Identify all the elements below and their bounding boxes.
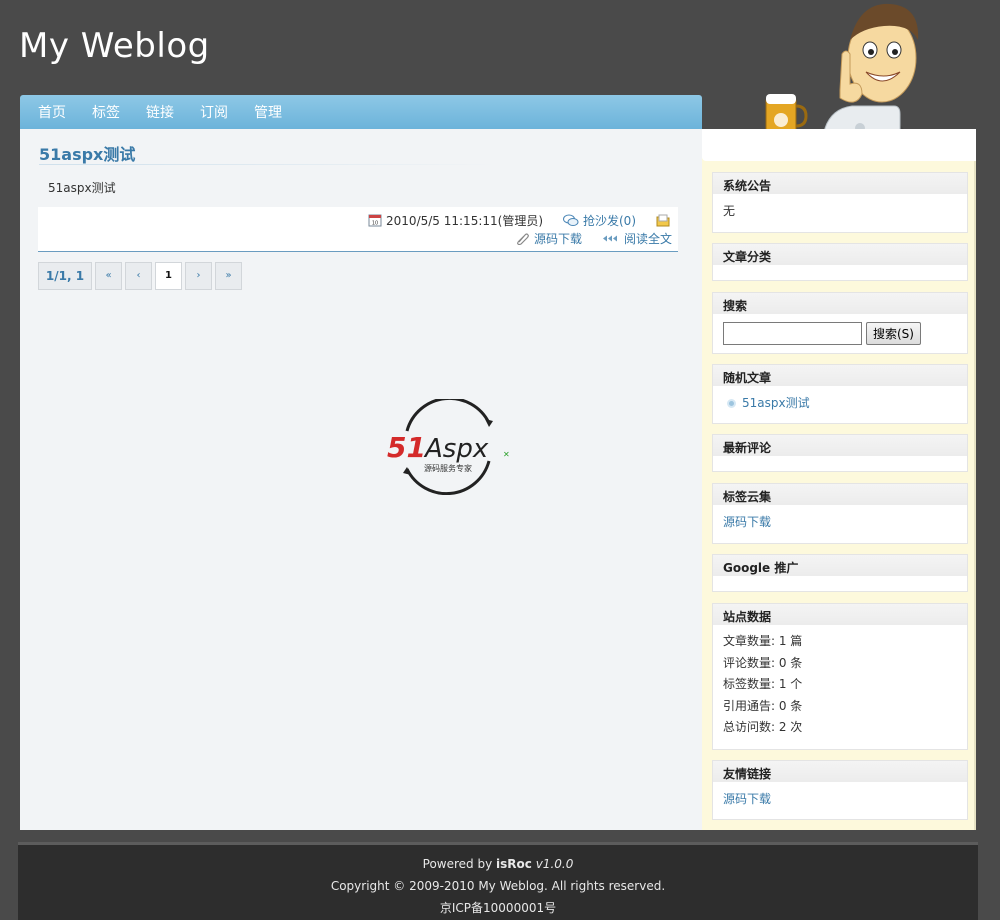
icp-number[interactable]: 京ICP备10000001号 bbox=[18, 897, 978, 919]
sidebar-header-strip bbox=[702, 129, 976, 161]
comment-icon bbox=[563, 214, 579, 226]
announcement-content: 无 bbox=[723, 204, 736, 218]
tag-link[interactable]: 源码下载 bbox=[723, 515, 771, 529]
widget-title: 搜索 bbox=[713, 293, 967, 314]
powered-by: Powered by isRoc v1.0.0 bbox=[18, 853, 978, 875]
powered-version: v1.0.0 bbox=[531, 857, 574, 871]
nav-item-home[interactable]: 首页 bbox=[38, 105, 66, 121]
nav-item-manage[interactable]: 管理 bbox=[254, 105, 282, 121]
footer-spacer bbox=[0, 830, 1000, 842]
widget-friend-links: 友情链接 源码下载 bbox=[712, 760, 968, 820]
stat-trackbacks: 引用通告: 0 条 bbox=[723, 698, 803, 713]
widget-title: 站点数据 bbox=[713, 604, 967, 625]
calendar-icon: 10 bbox=[368, 214, 382, 227]
nav-item-tags[interactable]: 标签 bbox=[92, 105, 120, 121]
pagination-prev[interactable]: ‹ bbox=[125, 262, 152, 290]
svg-text:Aspx: Aspx bbox=[423, 434, 489, 464]
svg-text:51: 51 bbox=[387, 431, 426, 464]
widget-tag-cloud: 标签云集 源码下载 bbox=[712, 483, 968, 544]
comment-link[interactable]: 抢沙发(0) bbox=[583, 212, 636, 229]
copyright: Copyright © 2009-2010 My Weblog. All rig… bbox=[330, 879, 666, 893]
widget-announcement: 系统公告 无 bbox=[712, 172, 968, 233]
svg-text:源码服务专家: 源码服务专家 bbox=[424, 463, 472, 473]
friend-link[interactable]: 源码下载 bbox=[723, 792, 771, 806]
post-date: 2010/5/5 11:15:11(管理员) bbox=[386, 214, 543, 228]
pagination-first[interactable]: « bbox=[95, 262, 122, 290]
post-meta-bar: 10 2010/5/5 11:15:11(管理员) 抢沙发(0) 源码下载 阅读… bbox=[38, 207, 678, 252]
folder-icon[interactable] bbox=[656, 214, 670, 227]
stat-visits: 总访问数: 2 次 bbox=[723, 720, 803, 734]
widget-random-posts: 随机文章 51aspx测试 bbox=[712, 364, 968, 424]
widget-title: 随机文章 bbox=[713, 365, 967, 386]
title-divider bbox=[39, 164, 499, 165]
widget-title: 标签云集 bbox=[713, 484, 967, 505]
widget-latest-comments: 最新评论 bbox=[712, 434, 968, 472]
widget-title: 最新评论 bbox=[713, 435, 967, 456]
bullet-icon bbox=[727, 399, 736, 408]
download-link[interactable]: 源码下载 bbox=[534, 230, 582, 247]
read-more-link[interactable]: 阅读全文 bbox=[624, 230, 672, 247]
widget-google: Google 推广 bbox=[712, 554, 968, 592]
widget-title: 系统公告 bbox=[713, 173, 967, 194]
stat-posts: 文章数量: 1 篇 bbox=[723, 634, 803, 648]
post-title[interactable]: 51aspx测试 bbox=[39, 141, 135, 165]
pagination-info: 1/1, 1 bbox=[38, 262, 92, 290]
widget-categories: 文章分类 bbox=[712, 243, 968, 281]
powered-name[interactable]: isRoc bbox=[496, 857, 532, 871]
widget-search: 搜索 搜索(S) bbox=[712, 292, 968, 354]
svg-text:10: 10 bbox=[372, 221, 378, 227]
read-more-arrow-icon bbox=[602, 235, 617, 242]
widget-site-stats: 站点数据 文章数量: 1 篇 评论数量: 0 条 标签数量: 1 个 引用通告:… bbox=[712, 603, 968, 750]
search-button[interactable]: 搜索(S) bbox=[866, 322, 921, 345]
powered-prefix: Powered by bbox=[422, 857, 497, 871]
stat-comments: 评论数量: 0 条 bbox=[723, 655, 803, 670]
paperclip-icon bbox=[517, 233, 529, 245]
site-title[interactable]: My Weblog bbox=[19, 26, 210, 66]
51aspx-logo: 51 Aspx ✕ 源码服务专家 bbox=[387, 399, 510, 495]
pagination-current[interactable]: 1 bbox=[155, 262, 182, 290]
main-content: 51aspx测试 51aspx测试 10 2010/5/5 11:15:11(管… bbox=[20, 129, 702, 830]
search-input[interactable] bbox=[723, 322, 862, 345]
main-navigation: 首页 标签 链接 订阅 管理 bbox=[20, 95, 702, 129]
pagination-last[interactable]: » bbox=[215, 262, 242, 290]
nav-item-links[interactable]: 链接 bbox=[146, 105, 174, 121]
widget-title: 文章分类 bbox=[713, 244, 967, 265]
nav-item-subscribe[interactable]: 订阅 bbox=[200, 105, 228, 121]
widget-title: 友情链接 bbox=[713, 761, 967, 782]
stat-tags: 标签数量: 1 个 bbox=[723, 677, 803, 691]
svg-text:✕: ✕ bbox=[503, 450, 510, 459]
pagination: 1/1, 1 « ‹ 1 › » bbox=[38, 262, 242, 290]
widget-title: Google 推广 bbox=[713, 555, 967, 576]
site-footer: Powered by isRoc v1.0.0 Copyright © 2009… bbox=[18, 842, 978, 920]
random-post-link[interactable]: 51aspx测试 bbox=[742, 396, 810, 410]
post-body: 51aspx测试 bbox=[48, 181, 116, 195]
pagination-next[interactable]: › bbox=[185, 262, 212, 290]
